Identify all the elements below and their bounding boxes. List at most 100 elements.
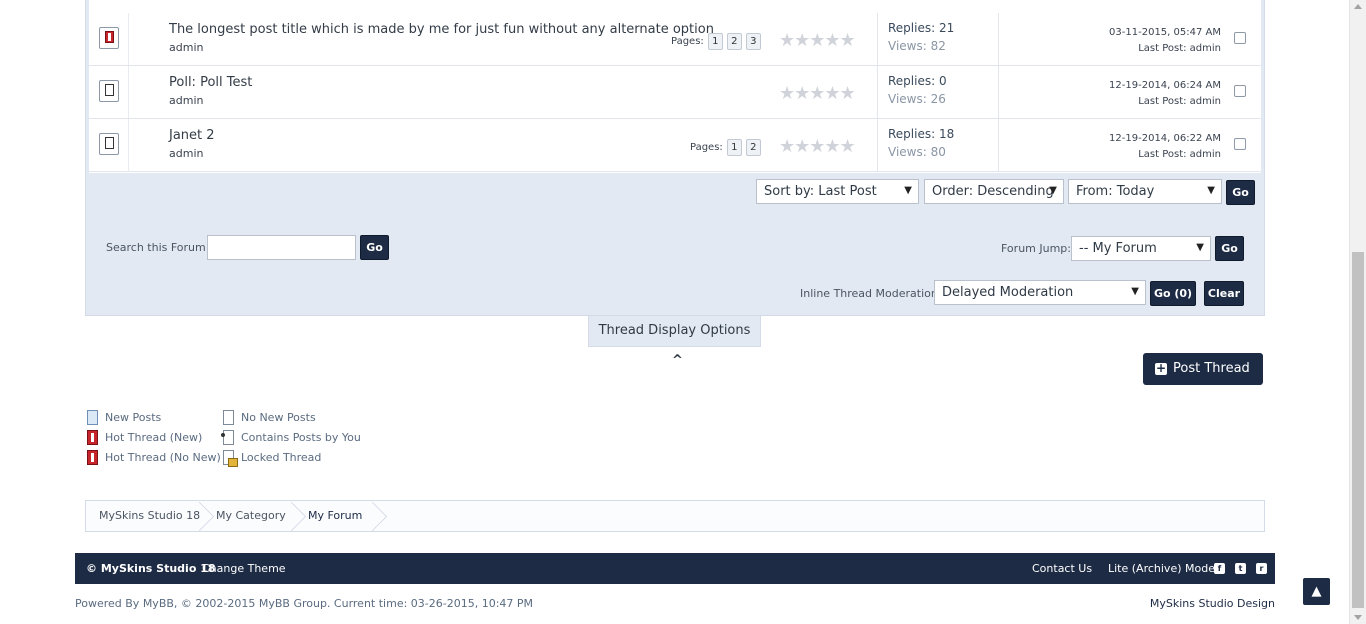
- legend-hot-new: Hot Thread (New): [87, 430, 202, 446]
- thread-select-checkbox[interactable]: [1234, 85, 1246, 97]
- breadcrumb-current: My Forum: [308, 509, 363, 522]
- caret-down-icon: ▼: [904, 185, 912, 196]
- breadcrumb: MySkins Studio 18 My Category My Forum: [85, 500, 1265, 532]
- scroll-up-arrow-icon[interactable]: [1354, 4, 1362, 9]
- replies-count[interactable]: Replies: 0: [888, 74, 947, 88]
- moderation-label: Inline Thread Moderation:: [800, 287, 942, 300]
- thread-author[interactable]: admin: [169, 147, 203, 160]
- thread-select-checkbox[interactable]: [1234, 32, 1246, 44]
- rss-icon[interactable]: r: [1256, 563, 1267, 574]
- moderation-go-button[interactable]: Go (0): [1150, 281, 1196, 306]
- thread-pages: Pages: 1 2: [690, 139, 761, 156]
- replies-count[interactable]: Replies: 18: [888, 127, 954, 141]
- display-options-label: Thread Display Options: [598, 323, 751, 338]
- thread-author[interactable]: admin: [169, 41, 203, 54]
- lite-mode-link[interactable]: Lite (Archive) Mode: [1108, 553, 1215, 584]
- thread-table: The longest post title which is made by …: [89, 0, 1261, 173]
- moderation-clear-button[interactable]: Clear: [1204, 281, 1244, 306]
- thread-row: The longest post title which is made by …: [89, 13, 1261, 66]
- last-post: 12-19-2014, 06:24 AM Last Post: admin: [1109, 78, 1221, 110]
- sort-by-select[interactable]: Sort by: Last Post ▼: [756, 179, 919, 204]
- sort-go-button[interactable]: Go: [1226, 180, 1255, 205]
- thread-author[interactable]: admin: [169, 94, 203, 107]
- thread-display-options-toggle[interactable]: Thread Display Options ^: [588, 316, 761, 368]
- rating-stars[interactable]: ★★★★★: [779, 138, 856, 156]
- chevron-up-icon: ^: [672, 353, 683, 368]
- change-theme-link[interactable]: Change Theme: [202, 553, 286, 584]
- pages-label: Pages:: [671, 36, 704, 47]
- breadcrumb-separator: [286, 501, 298, 531]
- back-to-top-button[interactable]: ▲: [1303, 578, 1330, 605]
- order-select[interactable]: Order: Descending ▼: [924, 179, 1064, 204]
- caret-down-icon: ▼: [1207, 185, 1215, 196]
- views-count: Views: 26: [888, 92, 946, 106]
- search-go-button[interactable]: Go: [360, 235, 389, 260]
- thread-list-panel: The longest post title which is made by …: [85, 0, 1265, 316]
- page-link[interactable]: 3: [745, 33, 761, 50]
- last-post: 03-11-2015, 05:47 AM Last Post: admin: [1109, 25, 1221, 57]
- last-post-date[interactable]: 12-19-2014, 06:22 AM: [1109, 131, 1221, 147]
- page-scrollbar[interactable]: [1349, 0, 1366, 624]
- views-count: Views: 80: [888, 145, 946, 159]
- replies-count[interactable]: Replies: 21: [888, 21, 954, 35]
- from-select[interactable]: From: Today ▼: [1068, 179, 1222, 204]
- thread-title[interactable]: The longest post title which is made by …: [169, 22, 714, 37]
- legend-locked: Locked Thread: [223, 450, 321, 467]
- new-posts-icon: [87, 410, 98, 425]
- thread-select-checkbox[interactable]: [1234, 138, 1246, 150]
- breadcrumb-item[interactable]: My Category: [216, 501, 286, 531]
- search-input[interactable]: [207, 235, 356, 260]
- thread-row: Poll: Poll Test admin ★★★★★ Replies: 0 V…: [89, 66, 1261, 119]
- footer-copyright[interactable]: © MySkins Studio 18: [86, 553, 216, 584]
- last-post-date[interactable]: 12-19-2014, 06:24 AM: [1109, 78, 1221, 94]
- sort-by-value: Sort by: Last Post: [764, 184, 877, 199]
- views-count: Views: 82: [888, 39, 946, 53]
- caret-down-icon: ▼: [1049, 185, 1057, 196]
- last-post: 12-19-2014, 06:22 AM Last Post: admin: [1109, 131, 1221, 163]
- legend-no-new-posts: No New Posts: [223, 410, 316, 426]
- page-link[interactable]: 1: [707, 33, 723, 50]
- post-thread-button[interactable]: + Post Thread: [1143, 353, 1263, 385]
- page-link[interactable]: 2: [745, 139, 761, 156]
- hot-thread-icon: [99, 27, 119, 49]
- page-link[interactable]: 2: [726, 33, 742, 50]
- contains-posts-icon: [221, 430, 234, 445]
- last-post-author[interactable]: Last Post: admin: [1109, 94, 1221, 110]
- breadcrumb-separator: [194, 501, 206, 531]
- rating-stars[interactable]: ★★★★★: [779, 85, 856, 103]
- from-value: From: Today: [1076, 184, 1155, 199]
- lock-icon: [223, 450, 238, 467]
- legend-contains-yours: Contains Posts by You: [221, 430, 361, 446]
- thread-stats: Replies: 21 Views: 82: [877, 13, 999, 65]
- pages-label: Pages:: [690, 142, 723, 153]
- forum-jump-select[interactable]: -- My Forum ▼: [1071, 236, 1211, 261]
- legend-label: Contains Posts by You: [241, 431, 361, 444]
- caret-down-icon: ▼: [1131, 286, 1139, 297]
- forum-jump-go-button[interactable]: Go: [1215, 236, 1244, 261]
- last-post-author[interactable]: Last Post: admin: [1109, 147, 1221, 163]
- thread-title[interactable]: Poll: Poll Test: [169, 75, 252, 90]
- facebook-icon[interactable]: f: [1214, 563, 1225, 574]
- legend-label: New Posts: [105, 411, 162, 424]
- thread-pages: Pages: 1 2 3: [671, 33, 761, 50]
- page-link[interactable]: 1: [726, 139, 742, 156]
- scroll-down-arrow-icon[interactable]: [1354, 615, 1362, 620]
- designer-link[interactable]: MySkins Studio Design: [1150, 597, 1275, 610]
- twitter-icon[interactable]: t: [1235, 563, 1246, 574]
- thread-title[interactable]: Janet 2: [169, 128, 215, 143]
- thread-row: Janet 2 admin Pages: 1 2 ★★★★★ Replies: …: [89, 119, 1261, 172]
- footer-bar: © MySkins Studio 18 Change Theme Contact…: [75, 553, 1275, 584]
- plus-icon: +: [1155, 361, 1167, 375]
- legend-label: Hot Thread (No New): [105, 451, 221, 464]
- thread-stats: Replies: 0 Views: 26: [877, 66, 999, 118]
- contact-us-link[interactable]: Contact Us: [1032, 553, 1092, 584]
- rating-stars[interactable]: ★★★★★: [779, 32, 856, 50]
- last-post-author[interactable]: Last Post: admin: [1109, 41, 1221, 57]
- no-new-posts-icon: [99, 80, 119, 102]
- last-post-date[interactable]: 03-11-2015, 05:47 AM: [1109, 25, 1221, 41]
- legend-hot-no-new: Hot Thread (No New): [87, 450, 221, 466]
- moderation-select[interactable]: Delayed Moderation ▼: [934, 280, 1146, 305]
- scrollbar-thumb[interactable]: [1352, 252, 1364, 608]
- hot-thread-icon: [87, 450, 98, 465]
- legend-new-posts: New Posts: [87, 410, 161, 426]
